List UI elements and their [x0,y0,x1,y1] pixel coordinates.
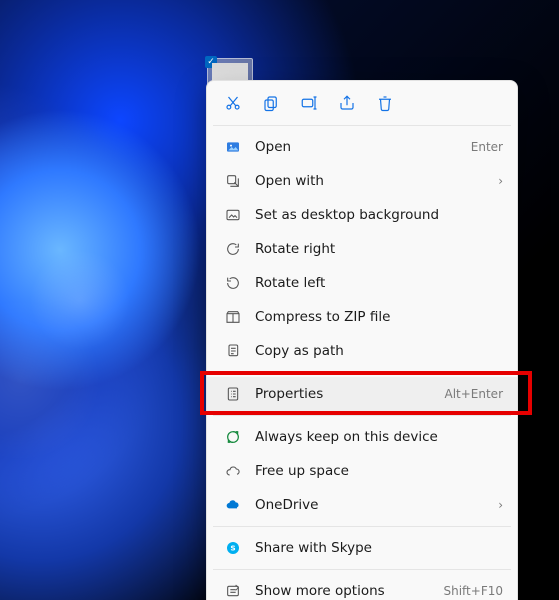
wallpaper-icon [221,207,245,223]
separator [213,372,511,373]
cloud-icon [221,463,245,479]
menu-item-copy-path[interactable]: Copy as path [207,334,517,368]
skype-icon: S [221,540,245,556]
menu-item-accel: Enter [471,140,503,154]
zip-icon [221,309,245,325]
svg-text:S: S [230,544,235,553]
chevron-right-icon: › [498,174,503,188]
cut-icon[interactable] [223,93,243,113]
menu-item-label: Share with Skype [255,540,503,556]
menu-item-accel: Alt+Enter [444,387,503,401]
menu-item-label: Set as desktop background [255,207,503,223]
copy-path-icon [221,343,245,359]
menu-item-rotate-left[interactable]: Rotate left [207,266,517,300]
menu-item-accel: Shift+F10 [443,584,503,598]
menu-item-label: Free up space [255,463,503,479]
quick-actions-row [207,87,517,121]
separator [213,569,511,570]
separator [213,415,511,416]
onedrive-icon [221,497,245,513]
menu-item-label: Rotate left [255,275,503,291]
menu-item-share-skype[interactable]: S Share with Skype [207,531,517,565]
menu-item-onedrive[interactable]: OneDrive › [207,488,517,522]
rotate-left-icon [221,275,245,291]
rotate-right-icon [221,241,245,257]
separator [213,125,511,126]
menu-item-label: Show more options [255,583,443,599]
separator [213,526,511,527]
menu-item-label: Rotate right [255,241,503,257]
copy-icon[interactable] [261,93,281,113]
delete-icon[interactable] [375,93,395,113]
menu-item-label: Compress to ZIP file [255,309,503,325]
menu-item-open-with[interactable]: Open with › [207,164,517,198]
menu-item-compress-zip[interactable]: Compress to ZIP file [207,300,517,334]
more-options-icon [221,583,245,599]
sync-icon [221,429,245,445]
menu-item-set-wallpaper[interactable]: Set as desktop background [207,198,517,232]
menu-item-free-up-space[interactable]: Free up space [207,454,517,488]
share-icon[interactable] [337,93,357,113]
menu-item-properties[interactable]: Properties Alt+Enter [207,377,517,411]
chevron-right-icon: › [498,498,503,512]
menu-item-label: Properties [255,386,444,402]
menu-item-open[interactable]: Open Enter [207,130,517,164]
rename-icon[interactable] [299,93,319,113]
menu-item-rotate-right[interactable]: Rotate right [207,232,517,266]
menu-item-label: Open [255,139,471,155]
properties-icon [221,386,245,402]
menu-item-label: Open with [255,173,492,189]
menu-item-label: OneDrive [255,497,492,513]
menu-item-label: Copy as path [255,343,503,359]
menu-item-always-keep[interactable]: Always keep on this device [207,420,517,454]
image-icon [221,139,245,155]
desktop[interactable]: ✓ [0,0,559,600]
context-menu: Open Enter Open with › Set as desktop ba… [206,80,518,600]
open-with-icon [221,173,245,189]
menu-item-show-more[interactable]: Show more options Shift+F10 [207,574,517,600]
menu-item-label: Always keep on this device [255,429,503,445]
